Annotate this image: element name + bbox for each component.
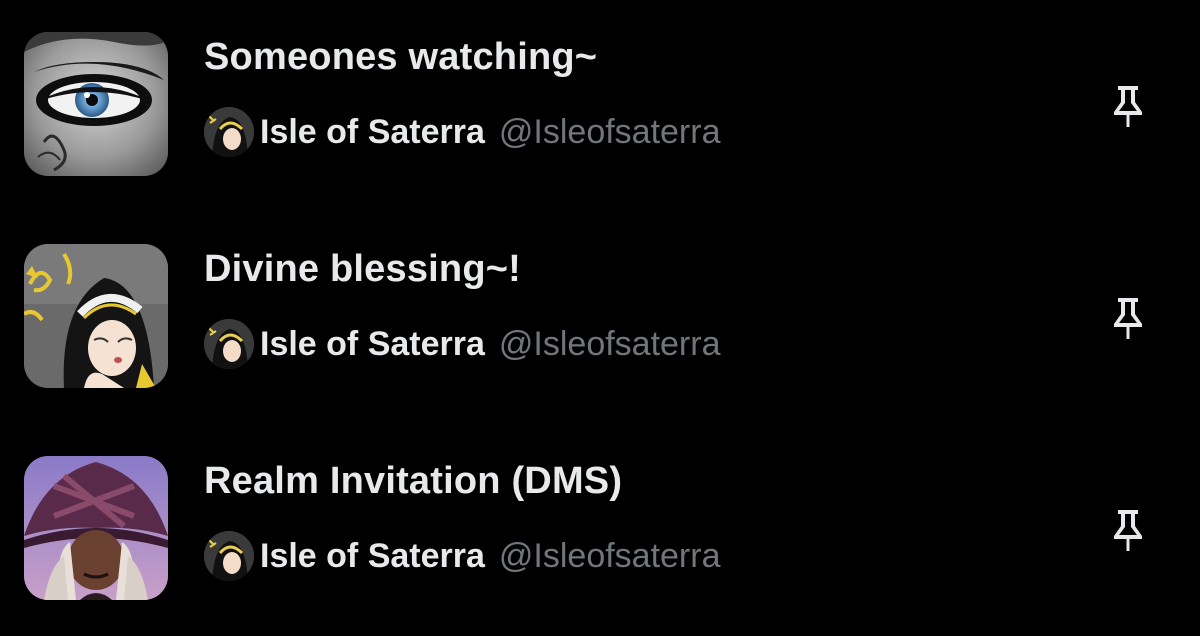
list-thumbnail[interactable]	[24, 456, 168, 600]
list-owner: Isle of Saterra @Isleofsaterra	[204, 530, 721, 582]
pin-icon	[1114, 86, 1142, 127]
list-thumbnail[interactable]	[24, 32, 168, 176]
owner-handle: @Isleofsaterra	[498, 536, 721, 575]
owner-name[interactable]: Isle of Saterra	[260, 113, 485, 152]
pin-icon	[1114, 510, 1142, 551]
pin-button[interactable]	[1104, 80, 1152, 132]
list-owner: Isle of Saterra @Isleofsaterra	[204, 106, 721, 158]
list-title: Someones watching~	[204, 36, 598, 78]
witch-character-image	[24, 456, 168, 600]
owner-name[interactable]: Isle of Saterra	[260, 325, 485, 364]
avatar	[204, 319, 254, 369]
list-thumbnail[interactable]	[24, 244, 168, 388]
lists-container: Someones watching~ Isle of Saterra @Isle…	[0, 0, 1200, 624]
list-item[interactable]: Realm Invitation (DMS) Isle of Saterra @…	[0, 424, 1200, 636]
owner-handle: @Isleofsaterra	[498, 324, 721, 363]
avatar	[204, 107, 254, 157]
owner-handle: @Isleofsaterra	[498, 112, 721, 151]
pin-button[interactable]	[1104, 504, 1152, 556]
nun-character-image	[24, 244, 168, 388]
eye-closeup-image	[24, 32, 168, 176]
pin-button[interactable]	[1104, 292, 1152, 344]
owner-name[interactable]: Isle of Saterra	[260, 537, 485, 576]
pin-icon	[1114, 298, 1142, 339]
list-item[interactable]: Someones watching~ Isle of Saterra @Isle…	[0, 0, 1200, 212]
avatar	[204, 531, 254, 581]
list-title: Realm Invitation (DMS)	[204, 460, 623, 502]
list-item[interactable]: Divine blessing~! Isle of Saterra @Isleo…	[0, 212, 1200, 424]
list-title: Divine blessing~!	[204, 248, 521, 290]
list-owner: Isle of Saterra @Isleofsaterra	[204, 318, 721, 370]
